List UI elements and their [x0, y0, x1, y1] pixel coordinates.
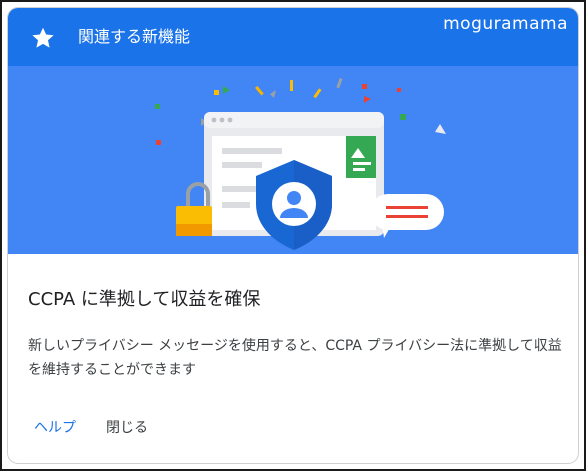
padlock-icon [176, 182, 212, 236]
hero-illustration [8, 66, 578, 254]
screenshot-frame: 関連する新機能 moguramama CCPA に準拠して収益を確保 新しいプラ… [0, 0, 586, 471]
whats-new-card: 関連する新機能 moguramama CCPA に準拠して収益を確保 新しいプラ… [8, 8, 578, 463]
shield-user-icon [256, 160, 332, 250]
feature-title: CCPA に準拠して収益を確保 [28, 289, 261, 310]
watermark: moguramama [443, 14, 568, 34]
card-header: 関連する新機能 moguramama [8, 8, 578, 66]
close-button[interactable]: 閉じる [94, 412, 160, 444]
help-button[interactable]: ヘルプ [22, 412, 88, 444]
star-icon [32, 27, 54, 48]
image-icon [346, 136, 376, 178]
card-actions: ヘルプ 閉じる [22, 412, 160, 444]
feature-description: 新しいプライバシー メッセージを使用すると、CCPA プライバシー法に準拠して収… [28, 338, 562, 378]
header-title: 関連する新機能 [78, 27, 191, 46]
